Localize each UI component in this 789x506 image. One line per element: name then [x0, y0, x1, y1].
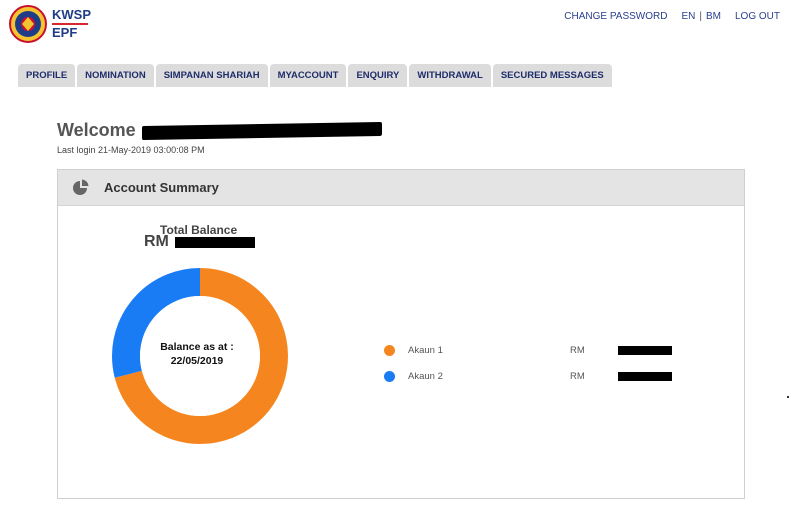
account-summary-panel: Account Summary Total Balance RM Balance…: [57, 169, 745, 499]
logo-epf: EPF: [52, 25, 78, 40]
tab-secured-messages[interactable]: SECURED MESSAGES: [492, 64, 612, 87]
tab-simpanan-shariah[interactable]: SIMPANAN SHARIAH: [155, 64, 268, 87]
akaun-1-dot: [384, 344, 395, 356]
tab-profile[interactable]: PROFILE: [18, 64, 76, 87]
lang-bm-link[interactable]: BM: [706, 11, 721, 22]
akaun-2-currency: RM: [570, 370, 585, 382]
redacted-total-balance: [174, 236, 255, 248]
top-links: CHANGE PASSWORD EN | BM LOG OUT: [564, 11, 780, 22]
tab-withdrawal[interactable]: WITHDRAWAL: [409, 64, 491, 87]
kwsp-logo[interactable]: KWSP EPF: [8, 4, 98, 44]
logo-text: KWSP EPF: [52, 8, 91, 40]
total-balance-currency: RM: [144, 233, 169, 250]
redacted-akaun-1-balance: [618, 345, 672, 355]
total-balance-value: RM: [144, 233, 255, 251]
kwsp-emblem-icon: [9, 5, 47, 43]
change-password-link[interactable]: CHANGE PASSWORD: [564, 11, 667, 22]
accounts-legend: Akaun 1 RM Akaun 2 RM: [384, 337, 672, 389]
tab-enquiry[interactable]: ENQUIRY: [348, 64, 408, 87]
logout-link[interactable]: LOG OUT: [735, 11, 780, 22]
akaun-1-currency: RM: [570, 344, 585, 356]
akaun-2-dot: [384, 370, 395, 382]
panel-title: Account Summary: [104, 180, 219, 195]
welcome-heading: Welcome: [57, 120, 382, 141]
balance-as-at-label: Balance as at :: [160, 341, 234, 353]
redacted-akaun-2-balance: [618, 371, 672, 381]
lang-separator: |: [699, 11, 702, 22]
main-tabs: PROFILE NOMINATION SIMPANAN SHARIAH MYAC…: [18, 64, 614, 87]
panel-header: Account Summary: [58, 170, 744, 206]
tab-nomination[interactable]: NOMINATION: [77, 64, 154, 87]
legend-row-akaun-1: Akaun 1 RM: [384, 337, 672, 363]
last-login-text: Last login 21-May-2019 03:00:08 PM: [57, 145, 205, 155]
header: KWSP EPF CHANGE PASSWORD EN | BM LOG OUT: [0, 0, 789, 56]
redacted-user-name: [141, 121, 382, 140]
akaun-1-label: Akaun 1: [408, 344, 443, 356]
welcome-prefix: Welcome: [57, 120, 136, 140]
lang-en-link[interactable]: EN: [681, 11, 695, 22]
pie-chart-icon: [73, 179, 89, 195]
tab-myaccount[interactable]: MYACCOUNT: [269, 64, 347, 87]
balance-date: 22/05/2019: [170, 355, 224, 367]
akaun-2-label: Akaun 2: [408, 370, 443, 382]
donut-center-label: Balance as at : 22/05/2019: [142, 340, 252, 368]
logo-kwsp: KWSP: [52, 7, 91, 22]
legend-row-akaun-2: Akaun 2 RM: [384, 363, 672, 389]
